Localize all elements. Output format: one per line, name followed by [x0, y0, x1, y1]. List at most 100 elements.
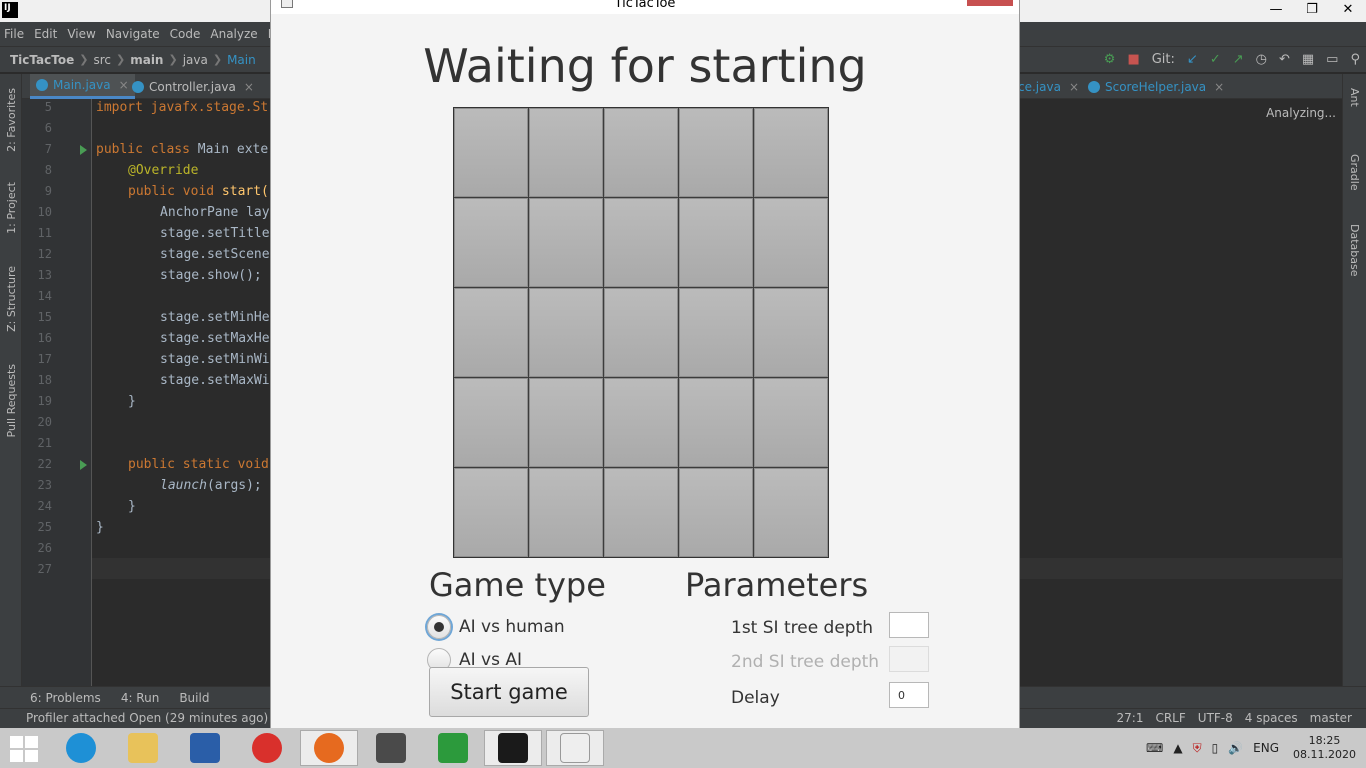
keyboard-icon[interactable]: ⌨: [1146, 741, 1163, 755]
run-gutter-icon[interactable]: [80, 145, 87, 155]
board-cell[interactable]: [454, 378, 528, 467]
rollback-icon[interactable]: ↶: [1279, 52, 1290, 67]
git-branch[interactable]: master: [1310, 711, 1352, 725]
menu-view[interactable]: View: [67, 27, 95, 41]
board-cell[interactable]: [529, 108, 603, 197]
breadcrumb-project[interactable]: TicTacToe: [10, 53, 74, 67]
taskbar-intellij[interactable]: [484, 730, 542, 766]
game-status-title: Waiting for starting: [423, 39, 867, 93]
start-game-button[interactable]: Start game: [429, 667, 589, 717]
board-cell[interactable]: [754, 378, 828, 467]
board-cell[interactable]: [454, 288, 528, 377]
board-cell[interactable]: [529, 198, 603, 287]
delay-label: Delay: [731, 688, 780, 708]
line-separator[interactable]: CRLF: [1155, 711, 1185, 725]
breadcrumb-java[interactable]: java: [183, 53, 208, 67]
tool-ant[interactable]: Ant: [1348, 88, 1361, 107]
tool-run[interactable]: 4: Run: [121, 691, 160, 705]
taskbar-cloud[interactable]: [238, 730, 296, 766]
board-cell[interactable]: [454, 108, 528, 197]
antivirus-icon[interactable]: ⛨: [1193, 741, 1202, 756]
board-cell[interactable]: [679, 198, 753, 287]
taskbar-java-app[interactable]: [546, 730, 604, 766]
taskbar-explorer[interactable]: [114, 730, 172, 766]
board-cell[interactable]: [529, 468, 603, 557]
project-structure-icon[interactable]: ▦: [1302, 52, 1314, 67]
board-cell[interactable]: [454, 198, 528, 287]
breadcrumb-main[interactable]: main: [130, 53, 163, 67]
profile-icon[interactable]: ⚙: [1104, 52, 1116, 67]
tool-favorites[interactable]: 2: Favorites: [5, 88, 18, 152]
delay-input[interactable]: [889, 682, 929, 708]
board-cell[interactable]: [679, 378, 753, 467]
taskbar-sublime[interactable]: [362, 730, 420, 766]
board-cell[interactable]: [604, 378, 678, 467]
run-gutter-icon[interactable]: [80, 460, 87, 470]
tab-main-java[interactable]: Main.java ×: [30, 74, 135, 99]
board-cell[interactable]: [754, 108, 828, 197]
radio-button-selected[interactable]: [427, 615, 451, 639]
indent-setting[interactable]: 4 spaces: [1245, 711, 1298, 725]
taskbar-lenovo[interactable]: [176, 730, 234, 766]
git-push-icon[interactable]: ↗: [1233, 52, 1244, 67]
tool-gradle[interactable]: Gradle: [1348, 154, 1361, 191]
network-icon[interactable]: ▯: [1212, 741, 1219, 755]
volume-icon[interactable]: 🔊: [1228, 741, 1243, 755]
tool-database[interactable]: Database: [1348, 224, 1361, 277]
taskbar-store[interactable]: [424, 730, 482, 766]
app-content: Waiting for starting Game type AI vs hum…: [277, 14, 1013, 728]
board-cell[interactable]: [529, 378, 603, 467]
board-cell[interactable]: [604, 198, 678, 287]
status-message[interactable]: Profiler attached Open (29 minutes ago): [26, 711, 268, 725]
menu-navigate[interactable]: Navigate: [106, 27, 160, 41]
app-close-button[interactable]: [967, 0, 1013, 6]
minimize-icon[interactable]: —: [1258, 0, 1294, 22]
radio-ai-vs-human[interactable]: AI vs human: [427, 615, 565, 639]
language-indicator[interactable]: ENG: [1253, 741, 1279, 755]
board-cell[interactable]: [604, 468, 678, 557]
tool-problems[interactable]: 6: Problems: [30, 691, 101, 705]
board-cell[interactable]: [754, 198, 828, 287]
tab-scorehelper-java[interactable]: ScoreHelper.java ×: [1088, 74, 1224, 99]
breadcrumb-src[interactable]: src: [93, 53, 111, 67]
intellij-logo-icon: IJ: [2, 2, 18, 18]
tab-close-icon[interactable]: ×: [1214, 80, 1224, 94]
git-update-icon[interactable]: ↙: [1187, 52, 1198, 67]
clock[interactable]: 18:25 08.11.2020: [1293, 734, 1356, 762]
tool-structure[interactable]: Z: Structure: [5, 266, 18, 332]
tool-project[interactable]: 1: Project: [5, 182, 18, 234]
board-cell[interactable]: [754, 288, 828, 377]
tool-pull-requests[interactable]: Pull Requests: [5, 364, 18, 437]
restore-icon[interactable]: ❐: [1294, 0, 1330, 22]
search-icon[interactable]: ⚲: [1350, 52, 1360, 67]
menu-code[interactable]: Code: [170, 27, 201, 41]
tab-close-icon[interactable]: ×: [1069, 80, 1079, 94]
tree-depth-1-input[interactable]: [889, 612, 929, 638]
file-encoding[interactable]: UTF-8: [1198, 711, 1233, 725]
board-cell[interactable]: [679, 288, 753, 377]
tool-build[interactable]: Build: [179, 691, 209, 705]
history-icon[interactable]: ◷: [1256, 52, 1267, 67]
start-button[interactable]: [10, 736, 40, 762]
taskbar-ie[interactable]: [52, 730, 110, 766]
board-cell[interactable]: [754, 468, 828, 557]
menu-file[interactable]: File: [4, 27, 24, 41]
tab-close-icon[interactable]: ×: [119, 78, 129, 92]
class-icon: [132, 80, 144, 93]
board-cell[interactable]: [454, 468, 528, 557]
board-cell[interactable]: [679, 108, 753, 197]
git-commit-icon[interactable]: ✓: [1210, 52, 1221, 67]
board-cell[interactable]: [679, 468, 753, 557]
tray-expand-icon[interactable]: ▲: [1173, 741, 1182, 755]
layout-icon[interactable]: ▭: [1326, 52, 1338, 67]
tab-controller-java[interactable]: Controller.java ×: [132, 74, 254, 99]
board-cell[interactable]: [604, 108, 678, 197]
left-tool-stripe: 2: Favorites 1: Project Z: Structure Pul…: [0, 74, 22, 686]
close-icon[interactable]: ✕: [1330, 0, 1366, 22]
menu-edit[interactable]: Edit: [34, 27, 57, 41]
taskbar-firefox[interactable]: [300, 730, 358, 766]
caret-position[interactable]: 27:1: [1117, 711, 1144, 725]
stop-icon[interactable]: ■: [1127, 52, 1139, 67]
board-cell[interactable]: [529, 288, 603, 377]
board-cell[interactable]: [604, 288, 678, 377]
